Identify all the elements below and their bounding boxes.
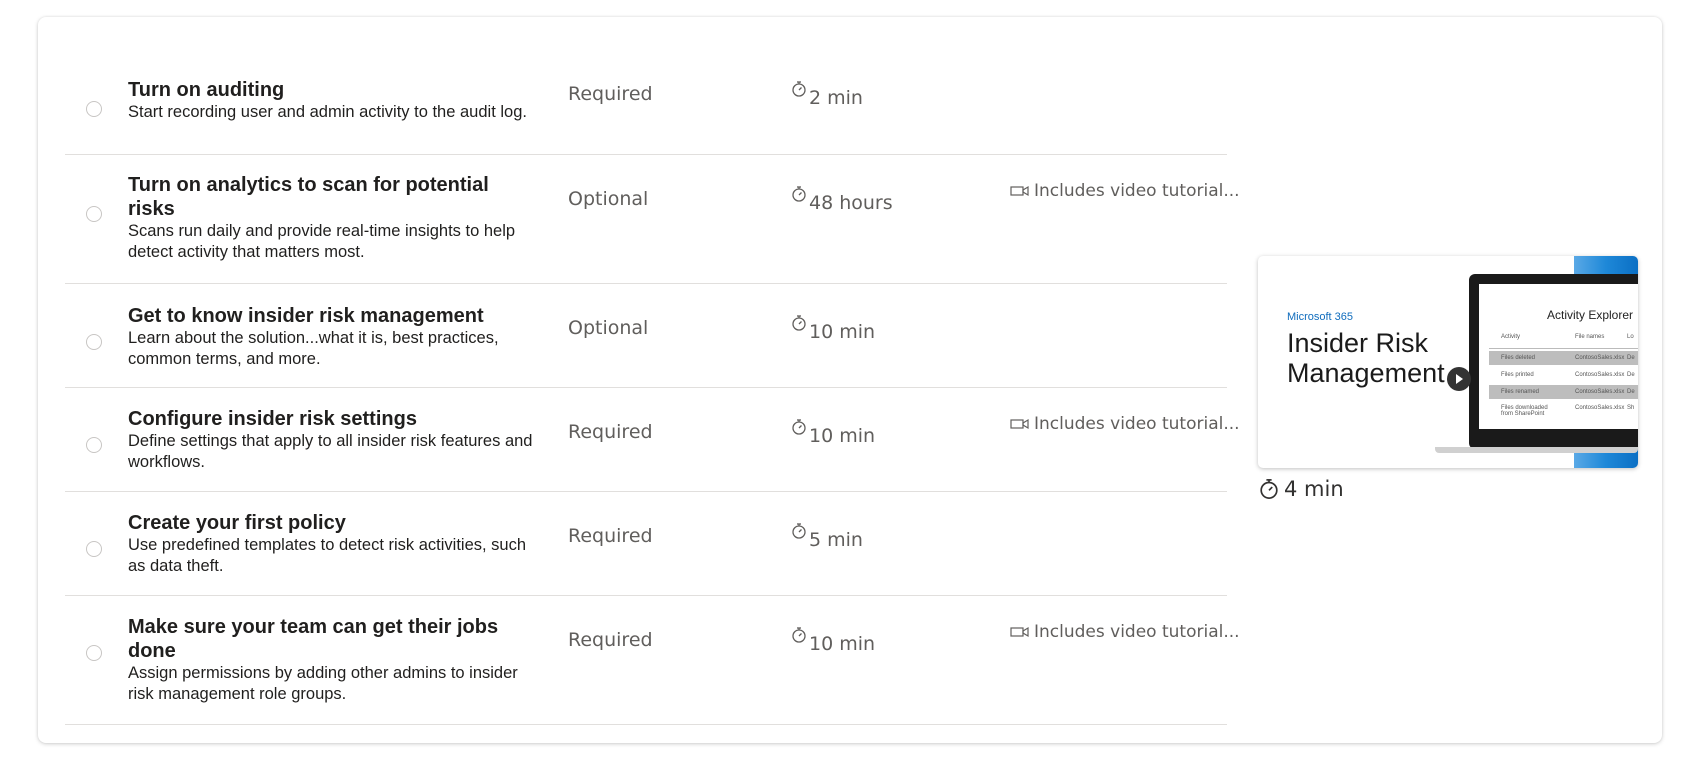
stopwatch-icon xyxy=(792,523,806,539)
step-title[interactable]: Configure insider risk settings xyxy=(128,407,538,431)
step-title[interactable]: Make sure your team can get their jobs d… xyxy=(128,615,538,663)
step-radio[interactable] xyxy=(86,437,102,453)
stopwatch-icon xyxy=(792,627,806,643)
video-tutorial-label: Includes video tutorial... xyxy=(1034,181,1240,201)
stopwatch-icon xyxy=(792,315,806,331)
step-time: 48 hours xyxy=(791,186,893,214)
step-description: Scans run daily and provide real-time in… xyxy=(128,222,516,261)
step-title[interactable]: Create your first policy xyxy=(128,511,538,535)
screen-cell: Files downloaded from SharePoint xyxy=(1501,405,1548,417)
step-description: Assign permissions by adding other admin… xyxy=(128,664,518,703)
video-duration-label: 4 min xyxy=(1284,477,1344,501)
screen-cell: ContosoSales.xlsx xyxy=(1575,389,1625,395)
screen-col: Lo xyxy=(1627,334,1634,340)
screen-cell: ContosoSales.xlsx xyxy=(1575,372,1625,378)
step-radio[interactable] xyxy=(86,645,102,661)
screen-cell: Files renamed xyxy=(1501,389,1540,395)
screen-cell: Sh xyxy=(1627,405,1635,411)
laptop-base xyxy=(1435,447,1638,453)
step-time-label: 10 min xyxy=(809,321,876,343)
step-description: Define settings that apply to all inside… xyxy=(128,432,533,471)
step-title[interactable]: Turn on auditing xyxy=(128,78,538,102)
video-tutorial-note[interactable]: Includes video tutorial... xyxy=(1010,414,1240,434)
screen-cell: ContosoSales.xlsx xyxy=(1575,355,1625,361)
step-time-label: 48 hours xyxy=(809,192,893,214)
step-row[interactable]: Create your first policy Use predefined … xyxy=(65,492,1227,596)
play-icon xyxy=(1456,374,1463,384)
screen-title: Activity Explorer xyxy=(1547,308,1634,322)
laptop-screen: Activity Explorer Activity File names Lo… xyxy=(1479,284,1638,429)
step-time-label: 5 min xyxy=(809,529,863,551)
step-description: Learn about the solution...what it is, b… xyxy=(128,329,499,368)
screen-cell: ContosoSales.xlsx xyxy=(1575,405,1625,411)
step-radio[interactable] xyxy=(86,101,102,117)
step-description: Use predefined templates to detect risk … xyxy=(128,536,527,575)
stopwatch-icon xyxy=(792,419,806,435)
step-description: Start recording user and admin activity … xyxy=(128,103,527,121)
video-camera-icon xyxy=(1010,626,1029,638)
step-time: 5 min xyxy=(791,523,863,551)
screen-cell: De xyxy=(1627,389,1635,395)
screen-cell: De xyxy=(1627,355,1635,361)
step-time-label: 2 min xyxy=(809,87,863,109)
screen-row: Files downloaded from SharePoint Contoso… xyxy=(1489,402,1638,420)
step-row[interactable]: Get to know insider risk management Lear… xyxy=(65,284,1227,388)
step-requirement: Required xyxy=(568,421,653,443)
step-title[interactable]: Turn on analytics to scan for potential … xyxy=(128,173,538,221)
step-title[interactable]: Get to know insider risk management xyxy=(128,304,538,328)
screen-cell: Files printed xyxy=(1501,372,1534,378)
step-radio[interactable] xyxy=(86,206,102,222)
step-requirement: Required xyxy=(568,83,653,105)
step-radio[interactable] xyxy=(86,334,102,350)
step-time: 10 min xyxy=(791,627,876,655)
thumbnail-brand: Microsoft 365 xyxy=(1287,311,1354,323)
video-tutorial-label: Includes video tutorial... xyxy=(1034,414,1240,434)
step-requirement: Required xyxy=(568,525,653,547)
step-row[interactable]: Make sure your team can get their jobs d… xyxy=(65,596,1240,725)
step-row[interactable]: Configure insider risk settings Define s… xyxy=(65,388,1240,492)
step-time-label: 10 min xyxy=(809,425,876,447)
screen-col: File names xyxy=(1575,334,1605,340)
laptop-image: Activity Explorer Activity File names Lo… xyxy=(1469,274,1638,449)
video-thumbnail[interactable]: Microsoft 365 Insider Risk Management Ac… xyxy=(1258,256,1638,468)
step-time: 10 min xyxy=(791,419,876,447)
video-camera-icon xyxy=(1010,418,1029,430)
video-tutorial-note[interactable]: Includes video tutorial... xyxy=(1010,181,1240,201)
step-requirement: Optional xyxy=(568,317,649,339)
steps-list: Turn on auditing Start recording user an… xyxy=(65,37,1240,725)
screen-row: Files deleted ContosoSales.xlsx De xyxy=(1489,351,1638,365)
stopwatch-icon xyxy=(792,81,806,97)
screen-cell: De xyxy=(1627,372,1635,378)
step-row[interactable]: Turn on auditing Start recording user an… xyxy=(65,37,1227,155)
screen-row: Files renamed ContosoSales.xlsx De xyxy=(1489,385,1638,399)
step-requirement: Required xyxy=(568,629,653,651)
stopwatch-icon xyxy=(792,186,806,202)
stopwatch-icon xyxy=(1260,479,1278,499)
video-camera-icon xyxy=(1010,185,1029,197)
step-time: 2 min xyxy=(791,81,863,109)
play-button[interactable] xyxy=(1447,367,1471,391)
video-tutorial-note[interactable]: Includes video tutorial... xyxy=(1010,622,1240,642)
step-time-label: 10 min xyxy=(809,633,876,655)
screen-cell: Files deleted xyxy=(1501,355,1536,361)
step-radio[interactable] xyxy=(86,541,102,557)
video-duration: 4 min xyxy=(1258,476,1344,502)
step-time: 10 min xyxy=(791,315,876,343)
video-tutorial-label: Includes video tutorial... xyxy=(1034,622,1240,642)
screen-header-row: Activity File names Lo xyxy=(1489,334,1638,349)
screen-col: Activity xyxy=(1501,334,1521,340)
screen-row: Files printed ContosoSales.xlsx De xyxy=(1489,368,1638,382)
step-row[interactable]: Turn on analytics to scan for potential … xyxy=(65,155,1240,284)
step-requirement: Optional xyxy=(568,188,649,210)
